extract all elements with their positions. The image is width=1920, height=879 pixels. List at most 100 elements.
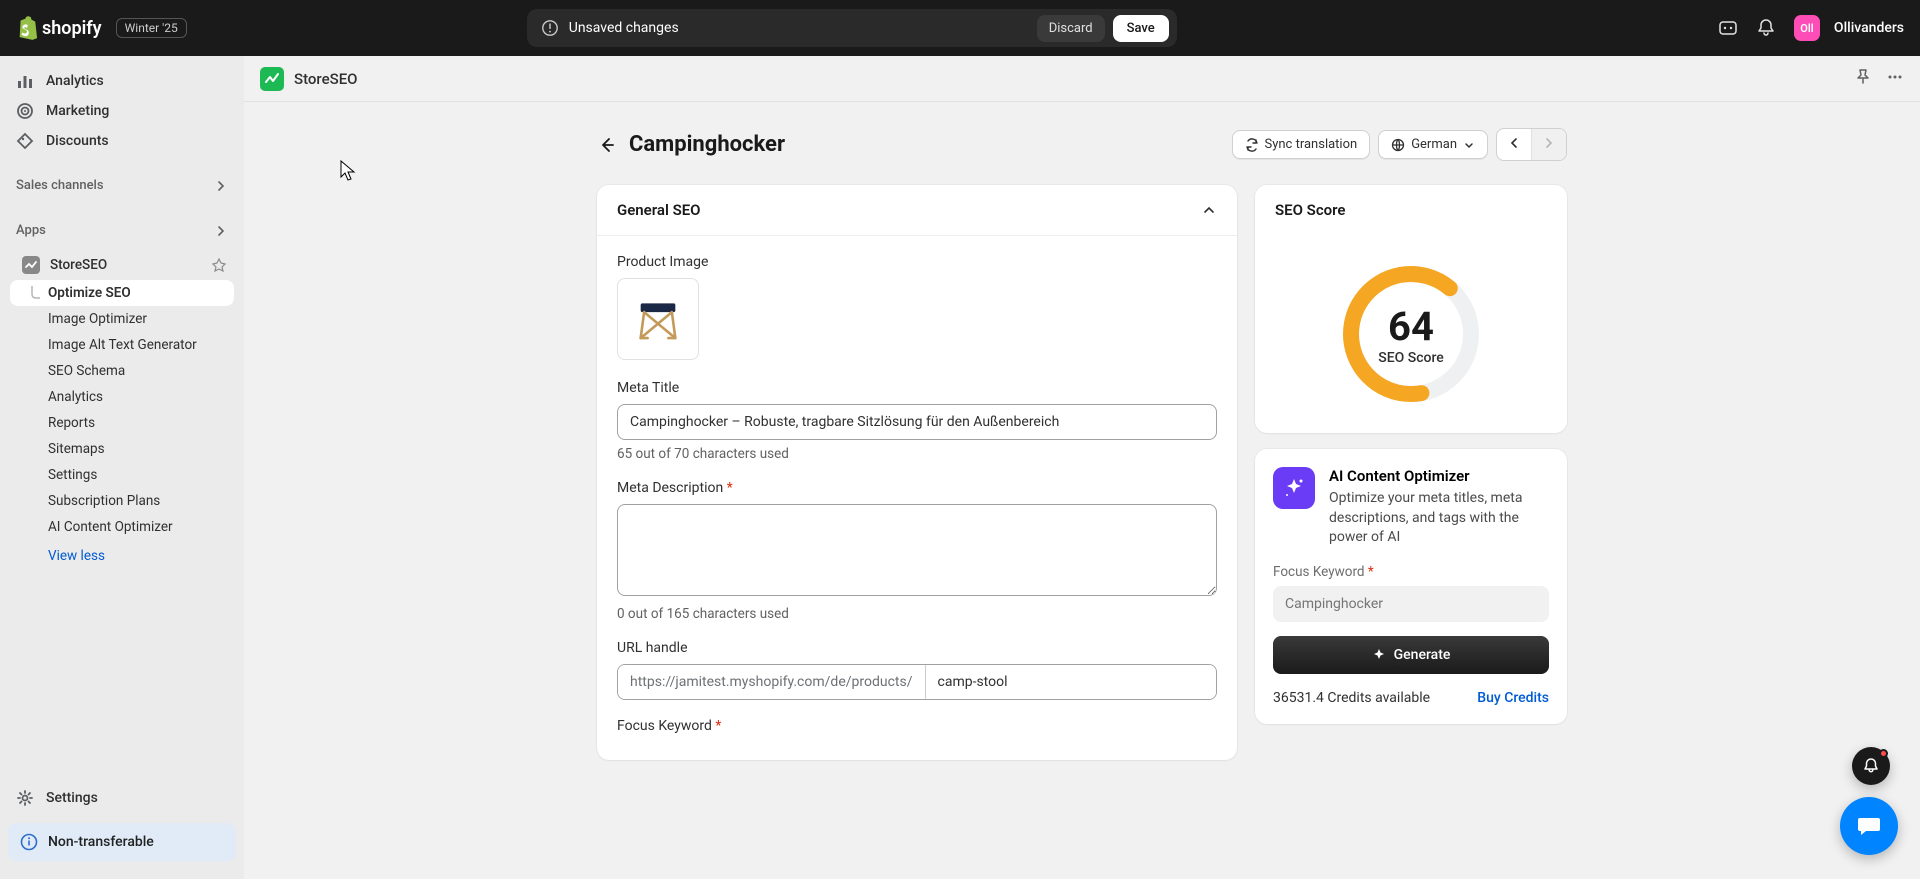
sidebar-settings[interactable]: Settings bbox=[0, 781, 244, 815]
prev-arrow[interactable] bbox=[1497, 129, 1532, 160]
ai-title: AI Content Optimizer bbox=[1329, 467, 1549, 485]
sidebar-seo-schema[interactable]: SEO Schema bbox=[10, 358, 234, 384]
sidebar-item-analytics[interactable]: Analytics bbox=[0, 66, 244, 96]
sidebar-subscription[interactable]: Subscription Plans bbox=[10, 488, 234, 514]
discard-button[interactable]: Discard bbox=[1037, 15, 1105, 42]
ai-optimizer-card: AI Content Optimizer Optimize your meta … bbox=[1255, 449, 1567, 724]
tree-connector-icon bbox=[30, 286, 42, 300]
notifications-icon[interactable] bbox=[1756, 18, 1776, 38]
pin-icon[interactable] bbox=[212, 258, 226, 272]
sidebar-section-sales-channels[interactable]: Sales channels bbox=[0, 170, 244, 201]
sidebar-section-apps[interactable]: Apps bbox=[0, 215, 244, 246]
buy-credits-link[interactable]: Buy Credits bbox=[1477, 690, 1549, 706]
theme-icon[interactable] bbox=[1718, 18, 1738, 38]
generate-button[interactable]: Generate bbox=[1273, 636, 1549, 674]
save-button[interactable]: Save bbox=[1113, 15, 1169, 42]
url-handle-label: URL handle bbox=[617, 640, 1217, 656]
meta-title-help: 65 out of 70 characters used bbox=[617, 446, 1217, 462]
app-label: StoreSEO bbox=[50, 257, 107, 273]
general-seo-card: General SEO Product Image bbox=[597, 185, 1237, 760]
avatar[interactable]: Oll bbox=[1794, 15, 1820, 41]
app-header: StoreSEO bbox=[244, 56, 1920, 102]
discounts-icon bbox=[16, 132, 34, 150]
seo-score-label: SEO Score bbox=[1378, 350, 1444, 366]
focus-keyword-label: Focus Keyword * bbox=[617, 718, 1217, 734]
more-icon[interactable] bbox=[1886, 68, 1904, 90]
credits-available: 36531.4 Credits available bbox=[1273, 690, 1430, 706]
meta-desc-label: Meta Description * bbox=[617, 480, 1217, 496]
alert-icon bbox=[541, 19, 559, 37]
non-transferable-banner: Non-transferable bbox=[8, 823, 236, 861]
sidebar-sitemaps[interactable]: Sitemaps bbox=[10, 436, 234, 462]
main: StoreSEO Campinghocker bbox=[244, 56, 1920, 879]
sync-translation-button[interactable]: Sync translation bbox=[1232, 130, 1371, 159]
floating-chat-button[interactable] bbox=[1840, 797, 1898, 855]
page-title: Campinghocker bbox=[629, 132, 785, 157]
nav-label: Analytics bbox=[46, 73, 104, 89]
brand-text: shopify bbox=[42, 18, 102, 39]
storeseo-app-icon bbox=[22, 256, 40, 274]
sidebar-app-settings[interactable]: Settings bbox=[10, 462, 234, 488]
url-handle-group: https://jamitest.myshopify.com/de/produc… bbox=[617, 664, 1217, 700]
non-transferable-label: Non-transferable bbox=[48, 834, 154, 850]
marketing-icon bbox=[16, 102, 34, 120]
app-icon bbox=[260, 67, 284, 91]
pagination-arrows bbox=[1496, 128, 1567, 161]
sidebar-optimize-seo[interactable]: Optimize SEO bbox=[10, 280, 234, 306]
sidebar-reports[interactable]: Reports bbox=[10, 410, 234, 436]
nav-label: Discounts bbox=[46, 133, 109, 149]
app-title: StoreSEO bbox=[294, 70, 358, 88]
sidebar-ai-content[interactable]: AI Content Optimizer bbox=[10, 514, 234, 540]
ai-desc: Optimize your meta titles, meta descript… bbox=[1329, 489, 1549, 548]
ai-focus-label: Focus Keyword * bbox=[1273, 564, 1549, 580]
shopify-bag-icon bbox=[16, 16, 38, 40]
seo-score-header: SEO Score bbox=[1255, 185, 1567, 235]
seo-score-donut: 64 SEO Score bbox=[1336, 259, 1486, 409]
sidebar-image-optimizer[interactable]: Image Optimizer bbox=[10, 306, 234, 332]
url-prefix: https://jamitest.myshopify.com/de/produc… bbox=[618, 665, 926, 699]
url-handle-input[interactable] bbox=[926, 665, 1217, 699]
seo-score-value: 64 bbox=[1388, 303, 1434, 350]
sidebar-app-storeseo[interactable]: StoreSEO bbox=[10, 250, 234, 280]
unsaved-changes-bar: Unsaved changes Discard Save bbox=[527, 9, 1177, 47]
gear-icon bbox=[16, 789, 34, 807]
chevron-down-icon bbox=[1463, 139, 1475, 151]
shopify-logo[interactable]: shopify bbox=[16, 16, 102, 40]
view-less-link[interactable]: View less bbox=[10, 540, 234, 572]
sparkle-icon bbox=[1372, 648, 1386, 662]
language-select[interactable]: German bbox=[1378, 130, 1488, 159]
section-label: Apps bbox=[16, 223, 46, 238]
page-header: Campinghocker Sync translation German bbox=[597, 128, 1567, 161]
back-arrow[interactable] bbox=[597, 135, 617, 155]
sidebar: Analytics Marketing Discounts Sales chan… bbox=[0, 56, 244, 879]
seo-score-card: SEO Score 64 bbox=[1255, 185, 1567, 433]
analytics-icon bbox=[16, 72, 34, 90]
sidebar-app-analytics[interactable]: Analytics bbox=[10, 384, 234, 410]
product-image-label: Product Image bbox=[617, 254, 1217, 270]
generate-label: Generate bbox=[1394, 647, 1451, 663]
sidebar-alt-text[interactable]: Image Alt Text Generator bbox=[10, 332, 234, 358]
general-seo-header[interactable]: General SEO bbox=[597, 185, 1237, 236]
sync-icon bbox=[1245, 138, 1259, 152]
meta-title-input[interactable] bbox=[617, 404, 1217, 440]
meta-title-label: Meta Title bbox=[617, 380, 1217, 396]
next-arrow bbox=[1532, 129, 1566, 160]
sync-label: Sync translation bbox=[1265, 137, 1358, 152]
general-seo-title: General SEO bbox=[617, 201, 701, 219]
meta-desc-input[interactable] bbox=[617, 504, 1217, 596]
pin-app-icon[interactable] bbox=[1854, 68, 1872, 90]
ai-focus-input[interactable] bbox=[1273, 586, 1549, 622]
info-icon bbox=[20, 833, 38, 851]
floating-notification-button[interactable] bbox=[1852, 747, 1890, 785]
section-label: Sales channels bbox=[16, 178, 104, 193]
settings-label: Settings bbox=[46, 790, 98, 806]
unsaved-text: Unsaved changes bbox=[569, 20, 679, 36]
topbar: shopify Winter '25 Unsaved changes Disca… bbox=[0, 0, 1920, 56]
meta-desc-help: 0 out of 165 characters used bbox=[617, 606, 1217, 622]
sidebar-item-discounts[interactable]: Discounts bbox=[0, 126, 244, 156]
username[interactable]: Ollivanders bbox=[1834, 20, 1904, 36]
sidebar-item-marketing[interactable]: Marketing bbox=[0, 96, 244, 126]
logo-group: shopify Winter '25 bbox=[16, 16, 187, 40]
language-label: German bbox=[1411, 137, 1457, 152]
product-image-thumbnail[interactable] bbox=[617, 278, 699, 360]
